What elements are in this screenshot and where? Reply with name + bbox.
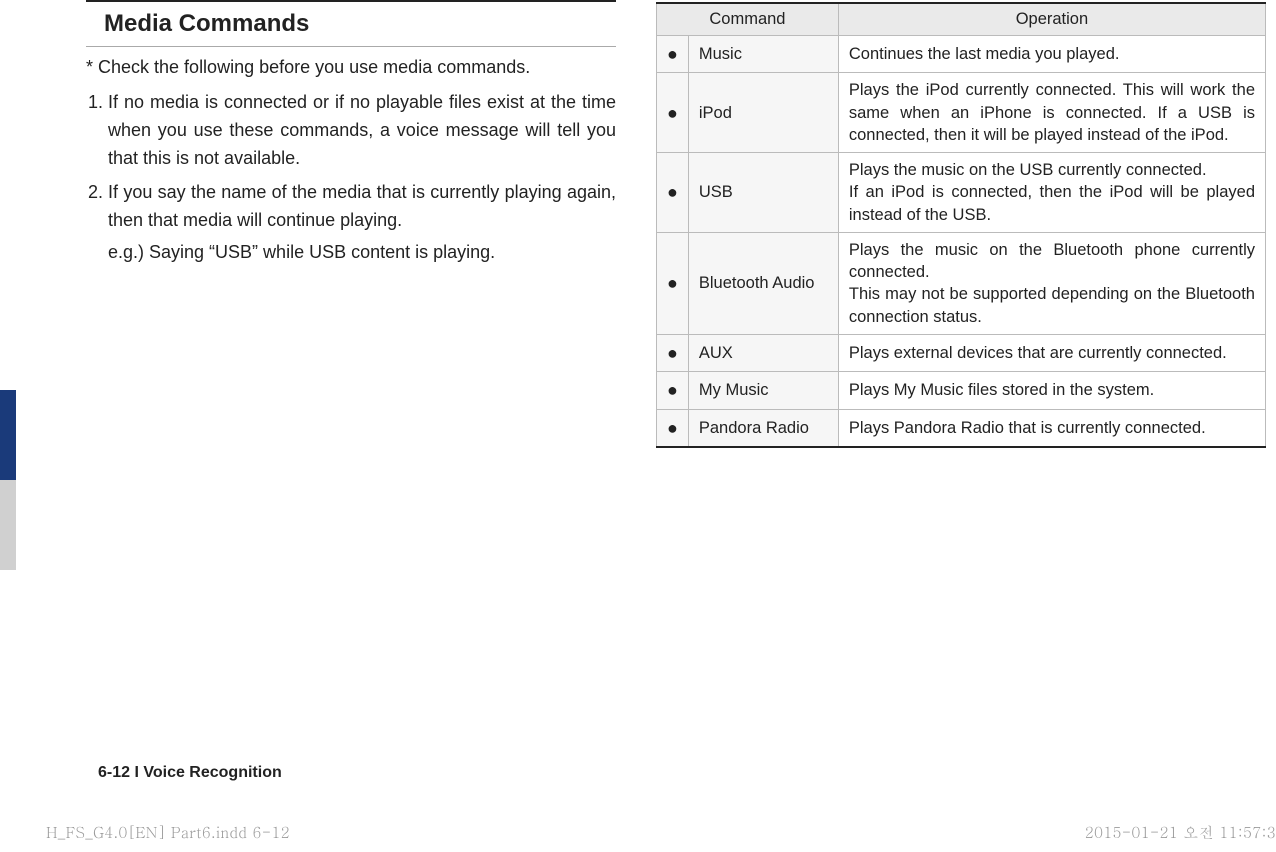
command-name: iPod [688,73,838,153]
table-header-row: Command Operation [657,3,1266,36]
command-operation: Plays the iPod currently connected. This… [838,73,1265,153]
left-column: Media Commands * Check the following bef… [86,0,616,852]
page: Media Commands * Check the following bef… [0,0,1276,852]
bullet-icon: ● [657,334,689,371]
section-title: Media Commands [104,10,309,37]
print-footer-right: 2015-01-21 오전 11:57:3 [1085,822,1276,843]
print-footer-left: H_FS_G4.0[EN] Part6.indd 6-12 [46,822,290,843]
note-text: If no media is connected or if no playab… [108,92,616,168]
commands-table: Command Operation ● Music Continues the … [656,2,1266,448]
command-name: My Music [688,372,838,409]
command-name: Bluetooth Audio [688,232,838,334]
table-row: ● Pandora Radio Plays Pandora Radio that… [657,409,1266,447]
section-tab-active [0,390,16,480]
columns: Media Commands * Check the following bef… [16,0,1266,852]
command-name: USB [688,153,838,233]
table-row: ● AUX Plays external devices that are cu… [657,334,1266,371]
bullet-icon: ● [657,372,689,409]
command-operation: Plays the music on the USB currently con… [838,153,1265,233]
bullet-icon: ● [657,36,689,73]
command-operation: Continues the last media you played. [838,36,1265,73]
note-example: e.g.) Saying “USB” while USB content is … [108,239,616,267]
bullet-icon: ● [657,153,689,233]
section-header: Media Commands [86,0,616,47]
bullet-icon: ● [657,73,689,153]
note-text: If you say the name of the media that is… [108,182,616,230]
table-row: ● iPod Plays the iPod currently connecte… [657,73,1266,153]
command-operation: Plays My Music files stored in the syste… [838,372,1265,409]
table-row: ● Bluetooth Audio Plays the music on the… [657,232,1266,334]
header-operation: Operation [838,3,1265,36]
command-operation: Plays external devices that are currentl… [838,334,1265,371]
command-operation: Plays Pandora Radio that is currently co… [838,409,1265,447]
table-row: ● My Music Plays My Music files stored i… [657,372,1266,409]
page-number-section: 6-12 I Voice Recognition [98,764,282,782]
command-name: Pandora Radio [688,409,838,447]
command-name: AUX [688,334,838,371]
list-item: If you say the name of the media that is… [108,179,616,267]
notes-list: If no media is connected or if no playab… [86,89,616,266]
table-row: ● USB Plays the music on the USB current… [657,153,1266,233]
section-tab-inactive [0,480,16,570]
list-item: If no media is connected or if no playab… [108,89,616,173]
intro-note: * Check the following before you use med… [86,55,616,79]
header-command: Command [657,3,839,36]
right-column: Command Operation ● Music Continues the … [656,0,1266,852]
command-operation: Plays the music on the Bluetooth phone c… [838,232,1265,334]
side-tabs [0,0,16,852]
table-row: ● Music Continues the last media you pla… [657,36,1266,73]
bullet-icon: ● [657,232,689,334]
command-name: Music [688,36,838,73]
bullet-icon: ● [657,409,689,447]
